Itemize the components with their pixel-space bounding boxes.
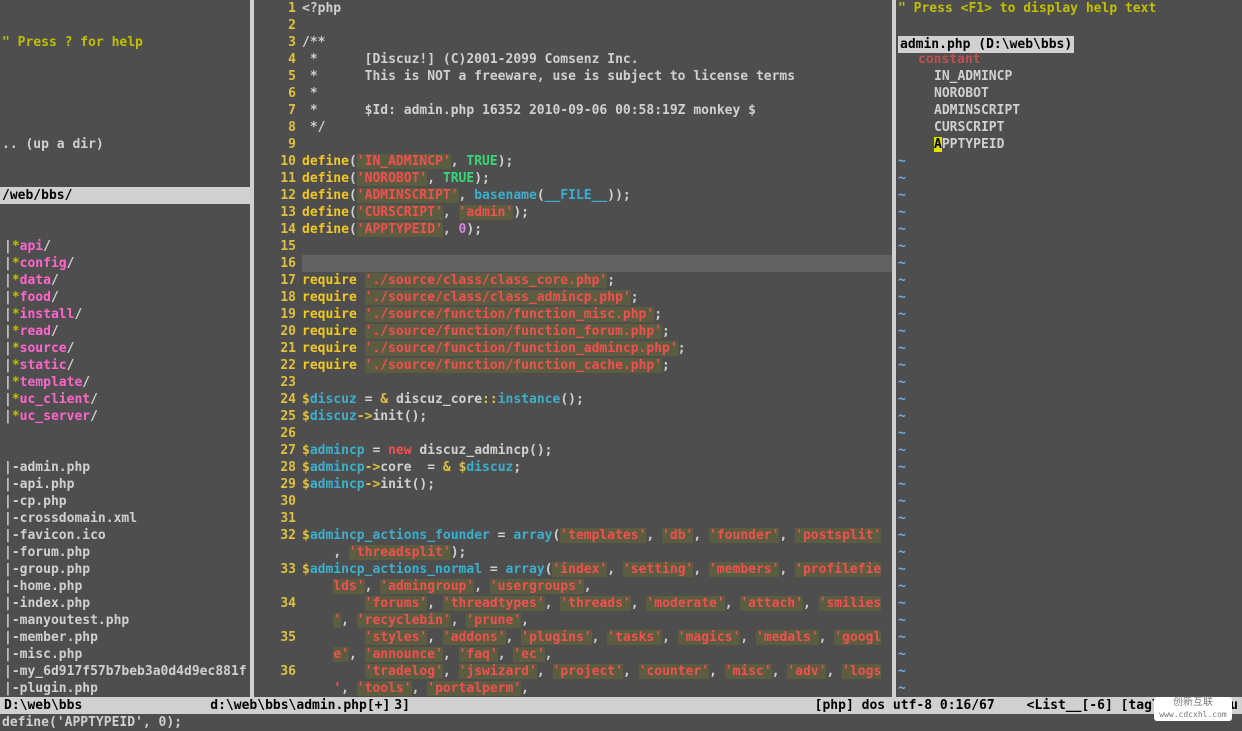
- code-line[interactable]: [302, 17, 892, 34]
- code-line[interactable]: define('APPTYPEID', 0);: [302, 221, 892, 238]
- taglist-item[interactable]: IN_ADMINCP: [896, 68, 1216, 85]
- cwd-path: /web/bbs/: [0, 187, 250, 204]
- taglist-kind: constant: [896, 51, 1216, 68]
- code-line[interactable]: define('ADMINSCRIPT', basename(__FILE__)…: [302, 187, 892, 204]
- tree-dir[interactable]: |*install/: [2, 306, 248, 323]
- tree-dir[interactable]: |*static/: [2, 357, 248, 374]
- tree-dir[interactable]: |*template/: [2, 374, 248, 391]
- code-line[interactable]: $admincp->init();: [302, 476, 892, 493]
- code-line[interactable]: require './source/function/function_cach…: [302, 357, 892, 374]
- code-line[interactable]: ', 'tools', 'portalperm',: [302, 680, 892, 697]
- pane-title-right: " Press <F1> to display help text: [896, 0, 1216, 17]
- taglist-item[interactable]: APPTYPEID: [896, 136, 1216, 153]
- code-line[interactable]: [302, 255, 892, 272]
- tree-file[interactable]: |-index.php: [2, 595, 248, 612]
- code-line[interactable]: 'styles', 'addons', 'plugins', 'tasks', …: [302, 629, 892, 646]
- tree-file[interactable]: |-crossdomain.xml: [2, 510, 248, 527]
- code-line[interactable]: $admincp = new discuz_admincp();: [302, 442, 892, 459]
- code-line[interactable]: *: [302, 85, 892, 102]
- tree-file[interactable]: |-forum.php: [2, 544, 248, 561]
- code-line[interactable]: */: [302, 119, 892, 136]
- pane-title-left: " Press ? for help: [0, 34, 250, 51]
- watermark-logo: 创新互联 www.cdcxhl.com: [1154, 697, 1232, 721]
- taglist-item[interactable]: NOROBOT: [896, 85, 1216, 102]
- code-line[interactable]: [302, 493, 892, 510]
- code-line[interactable]: /**: [302, 34, 892, 51]
- code-line[interactable]: require './source/function/function_admi…: [302, 340, 892, 357]
- code-line[interactable]: 'tradelog', 'jswizard', 'project', 'coun…: [302, 663, 892, 680]
- code-line[interactable]: ', 'recyclebin', 'prune',: [302, 612, 892, 629]
- code-line[interactable]: require './source/class/class_core.php';: [302, 272, 892, 289]
- code-line[interactable]: e', 'announce', 'faq', 'ec',: [302, 646, 892, 663]
- file-tree-pane[interactable]: " Press ? for help .. (up a dir) /web/bb…: [0, 0, 252, 697]
- code-line[interactable]: $admincp_actions_normal = array('index',…: [302, 561, 892, 578]
- tree-dir[interactable]: |*api/: [2, 238, 248, 255]
- taglist-item[interactable]: ADMINSCRIPT: [896, 102, 1216, 119]
- tree-file[interactable]: |-plugin.php: [2, 680, 248, 697]
- status-file: d:\web\bbs\admin.php[+]: [206, 697, 394, 714]
- code-line[interactable]: [302, 238, 892, 255]
- code-line[interactable]: lds', 'admingroup', 'usergroups',: [302, 578, 892, 595]
- code-line[interactable]: $admincp_actions_founder = array('templa…: [302, 527, 892, 544]
- tree-file[interactable]: |-favicon.ico: [2, 527, 248, 544]
- updir-link[interactable]: .. (up a dir): [0, 136, 250, 153]
- tree-file[interactable]: |-manyoutest.php: [2, 612, 248, 629]
- code-line[interactable]: [302, 425, 892, 442]
- code-line[interactable]: , 'threadsplit');: [302, 544, 892, 561]
- code-line[interactable]: [302, 136, 892, 153]
- tree-dir[interactable]: |*source/: [2, 340, 248, 357]
- tree-file[interactable]: |-api.php: [2, 476, 248, 493]
- code-line[interactable]: 'forums', 'threadtypes', 'threads', 'mod…: [302, 595, 892, 612]
- tree-dir[interactable]: |*data/: [2, 272, 248, 289]
- code-line[interactable]: * This is NOT a freeware, use is subject…: [302, 68, 892, 85]
- status-left-path: D:\web\bbs: [0, 697, 86, 714]
- taglist-pane[interactable]: " Press <F1> to display help text admin.…: [894, 0, 1216, 697]
- tree-file[interactable]: |-misc.php: [2, 646, 248, 663]
- editor-pane[interactable]: 1234567891011121314151617181920212223242…: [252, 0, 894, 697]
- status-file-info: [php] dos utf-8 0:16/67: [811, 697, 999, 714]
- code-line[interactable]: [302, 374, 892, 391]
- status-line: D:\web\bbs d:\web\bbs\admin.php[+] 3] [p…: [0, 697, 1242, 714]
- tree-file[interactable]: |-cp.php: [2, 493, 248, 510]
- code-line[interactable]: define('NOROBOT', TRUE);: [302, 170, 892, 187]
- code-line[interactable]: $discuz->init();: [302, 408, 892, 425]
- line-gutter: 1234567891011121314151617181920212223242…: [254, 0, 302, 697]
- command-line[interactable]: define('APPTYPEID', 0);: [0, 714, 1242, 731]
- code-line[interactable]: require './source/function/function_misc…: [302, 306, 892, 323]
- tree-dir[interactable]: |*read/: [2, 323, 248, 340]
- code-line[interactable]: $discuz = & discuz_core::instance();: [302, 391, 892, 408]
- code-line[interactable]: define('IN_ADMINCP', TRUE);: [302, 153, 892, 170]
- tree-file[interactable]: |-admin.php: [2, 459, 248, 476]
- tree-dir[interactable]: |*config/: [2, 255, 248, 272]
- taglist-item[interactable]: CURSCRIPT: [896, 119, 1216, 136]
- code-line[interactable]: * $Id: admin.php 16352 2010-09-06 00:58:…: [302, 102, 892, 119]
- tree-dir[interactable]: |*uc_server/: [2, 408, 248, 425]
- tree-file[interactable]: |-my_6d917f57b7beb3a0d4d9ec881f: [2, 663, 248, 680]
- tree-file[interactable]: |-home.php: [2, 578, 248, 595]
- code-line[interactable]: define('CURSCRIPT', 'admin');: [302, 204, 892, 221]
- code-area[interactable]: <?php /** * [Discuz!] (C)2001-2099 Comse…: [302, 0, 892, 697]
- code-line[interactable]: require './source/function/function_foru…: [302, 323, 892, 340]
- tree-dir[interactable]: |*food/: [2, 289, 248, 306]
- tree-file[interactable]: |-group.php: [2, 561, 248, 578]
- code-line[interactable]: $admincp->core = & $discuz;: [302, 459, 892, 476]
- code-line[interactable]: <?php: [302, 0, 892, 17]
- tree-file[interactable]: |-member.php: [2, 629, 248, 646]
- tree-dir[interactable]: |*uc_client/: [2, 391, 248, 408]
- code-line[interactable]: [302, 510, 892, 527]
- code-line[interactable]: * [Discuz!] (C)2001-2099 Comsenz Inc.: [302, 51, 892, 68]
- code-line[interactable]: require './source/class/class_admincp.ph…: [302, 289, 892, 306]
